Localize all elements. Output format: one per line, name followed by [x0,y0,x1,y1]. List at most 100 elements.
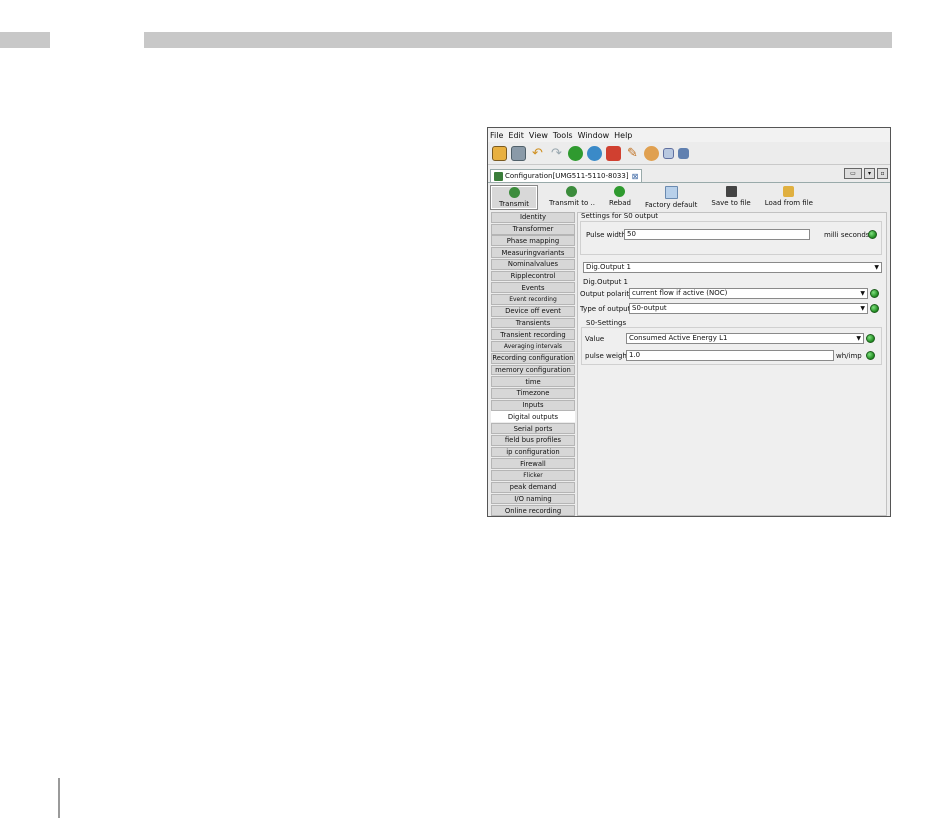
pulse-width-unit: milli seconds [824,231,870,239]
undo-icon[interactable]: ↶ [530,146,545,161]
nav-field-bus-profiles[interactable]: field bus profiles [491,434,575,446]
polarity-select[interactable]: current flow if active (NOC) ▼ [629,288,868,299]
type-select[interactable]: S0-output ▼ [629,303,868,314]
menu-tools[interactable]: Tools [553,131,573,140]
nav-peak-demand[interactable]: peak demand [491,481,575,493]
status-led-icon [866,351,875,360]
header-bar [144,32,892,48]
margin-line [58,778,60,818]
value-select-value: Consumed Active Energy L1 [629,334,728,342]
type-label: Type of output [580,305,631,313]
user-icon[interactable] [644,145,659,161]
menu-edit[interactable]: Edit [508,131,524,140]
nav-flicker[interactable]: Flicker [491,470,575,481]
nav-memory-configuration[interactable]: memory configuration [491,364,575,376]
header-bar-left [0,32,50,48]
factory-default-icon [664,186,678,199]
nav-nominalvalues[interactable]: Nominalvalues [491,258,575,270]
nav-ripplecontrol[interactable]: Ripplecontrol [491,270,575,282]
nav-events[interactable]: Events [491,282,575,294]
menu-help[interactable]: Help [614,131,632,140]
nav-online-recording[interactable]: Online recording [491,505,575,516]
import-icon[interactable] [606,145,621,161]
transmit-to-button[interactable]: Transmit to .. [546,185,598,208]
nav-identity[interactable]: Identity [491,212,575,223]
nav-event-recording[interactable]: Event recording [491,294,575,305]
nav-transformer[interactable]: Transformer [491,223,575,235]
output-select[interactable]: Dig.Output 1 ▼ [583,262,882,273]
nav-measuringvariants[interactable]: Measuringvariants [491,247,575,258]
connect-icon[interactable] [568,145,583,161]
transmit-icon [508,187,520,198]
reload-icon [614,186,626,197]
pulse-weight-unit: wh/imp [836,352,862,360]
polarity-label: Output polarity [580,290,634,298]
configuration-icon [494,171,503,181]
redo-icon[interactable]: ↷ [549,146,564,161]
status-led-icon [866,334,875,343]
settings-panel: Settings for S0 output Pulse width 50 mi… [577,212,887,516]
chevron-down-icon: ▼ [874,264,879,271]
window-controls: ▭ ▾ ▫ [842,168,888,179]
nav-averaging-intervals[interactable]: Averaging intervals [491,341,575,352]
nav-transients[interactable]: Transients [491,317,575,329]
menu-window[interactable]: Window [578,131,610,140]
app-window: File Edit View Tools Window Help ↶ ↷ ✎ C… [487,127,891,517]
device-icon[interactable] [678,147,689,159]
nav-device-off-event[interactable]: Device off event [491,305,575,317]
s0-heading: S0-Settings [586,319,627,327]
output-select-value: Dig.Output 1 [586,263,631,271]
polarity-select-value: current flow if active (NOC) [632,289,728,297]
action-bar: Transmit Transmit to .. Rebad Factory de… [488,183,890,213]
tab-configuration-label: Configuration[UMG511-5110-8033] [505,172,629,180]
save-icon [725,186,737,197]
close-icon[interactable]: ⊠ [632,172,639,181]
config-nav: Identity Transformer Phase mapping Measu… [491,212,575,516]
reload-label: Rebad [608,199,631,207]
grid-icon[interactable] [663,147,674,159]
nav-digital-outputs[interactable]: Digital outputs [491,411,575,423]
pulse-width-label: Pulse width [586,231,626,239]
factory-default-button[interactable]: Factory default [642,185,700,210]
restore-icon[interactable]: ▭ [844,168,862,179]
maximize-icon[interactable]: ▫ [877,168,888,179]
tools-icon[interactable]: ✎ [625,146,640,161]
nav-io-naming[interactable]: I/O naming [491,493,575,505]
type-select-value: S0-output [632,304,667,312]
output-heading: Dig.Output 1 [583,278,628,286]
toolbar: ↶ ↷ ✎ [488,142,890,165]
minimize-icon[interactable]: ▾ [864,168,875,179]
nav-phase-mapping[interactable]: Phase mapping [491,235,575,247]
status-led-icon [868,230,877,239]
pulse-weight-input[interactable]: 1.0 [626,350,834,361]
copy-icon[interactable] [511,145,526,161]
nav-time[interactable]: time [491,376,575,388]
transmit-to-label: Transmit to .. [549,199,595,207]
pulse-width-input[interactable]: 50 [624,229,810,240]
nav-serial-ports[interactable]: Serial ports [491,423,575,435]
nav-transient-recording[interactable]: Transient recording [491,329,575,341]
reload-button[interactable]: Rebad [606,185,634,208]
nav-inputs[interactable]: Inputs [491,399,575,411]
factory-default-label: Factory default [644,201,698,209]
open-project-icon[interactable] [492,145,507,161]
value-select[interactable]: Consumed Active Energy L1 ▼ [626,333,864,344]
nav-firewall[interactable]: Firewall [491,458,575,470]
save-to-file-button[interactable]: Save to file [708,185,753,208]
pulse-weight-label: pulse weight [585,352,630,360]
nav-recording-configuration[interactable]: Recording configuration [491,352,575,364]
load-from-file-button[interactable]: Load from file [762,185,816,208]
tab-configuration[interactable]: Configuration[UMG511-5110-8033] ⊠ [490,169,643,182]
chevron-down-icon: ▼ [860,290,865,297]
nav-ip-configuration[interactable]: ip configuration [491,446,575,458]
load-from-file-label: Load from file [764,199,813,207]
config-body: Identity Transformer Phase mapping Measu… [491,212,887,516]
panel-header: Settings for S0 output [581,212,658,220]
chevron-down-icon: ▼ [860,305,865,312]
chevron-down-icon: ▼ [856,335,861,342]
menu-view[interactable]: View [529,131,548,140]
transmit-button[interactable]: Transmit [490,185,538,210]
menu-file[interactable]: File [490,131,503,140]
globe-icon[interactable] [587,145,602,161]
nav-timezone[interactable]: Timezone [491,388,575,399]
